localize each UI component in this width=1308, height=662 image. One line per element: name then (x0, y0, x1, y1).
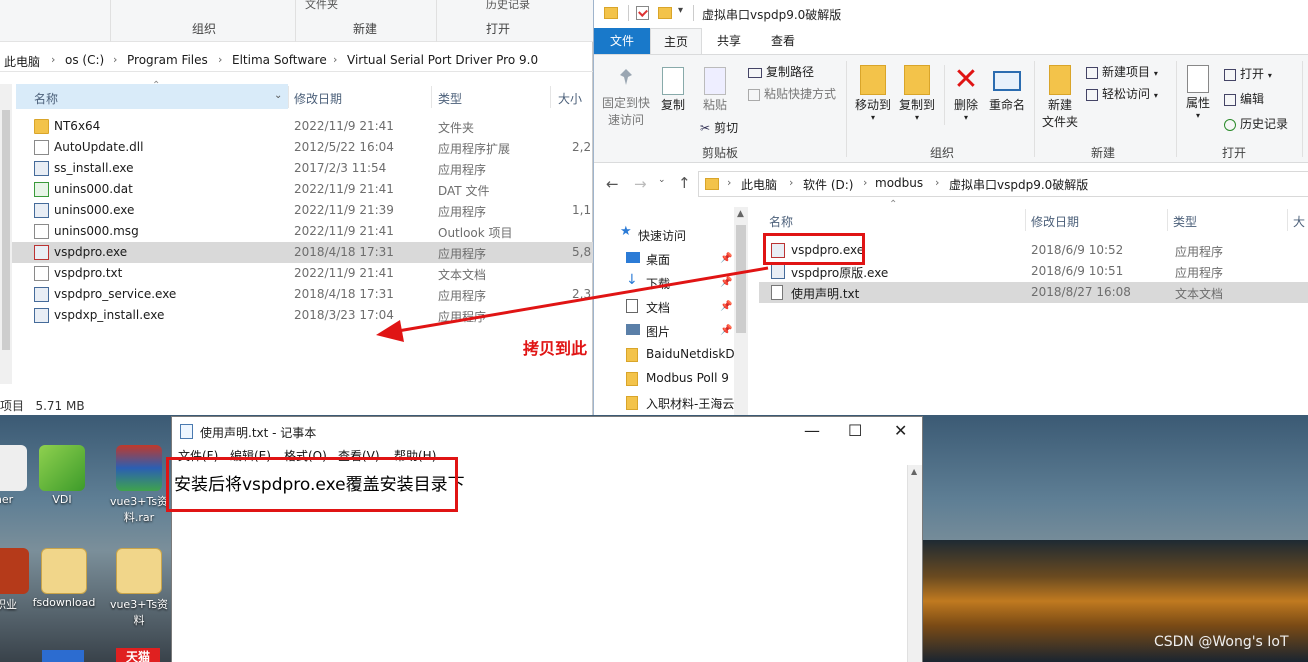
close-icon[interactable]: ✕ (894, 421, 907, 440)
notepad-titlebar: 使用声明.txt - 记事本 — ☐ ✕ (172, 417, 922, 445)
watermark: CSDN @Wong's IoT (1154, 634, 1289, 650)
minimize-icon[interactable]: — (804, 421, 820, 440)
notepad-scrollbar[interactable]: ▲ (907, 465, 922, 662)
scroll-up-icon[interactable]: ▲ (911, 467, 917, 476)
notepad-title: 使用声明.txt - 记事本 (200, 426, 317, 440)
annotation-label: 拷贝到此 (523, 339, 588, 358)
highlight-box (166, 457, 458, 512)
maximize-icon[interactable]: ☐ (848, 421, 862, 440)
notepad-icon (180, 424, 193, 439)
notepad-window: 使用声明.txt - 记事本 — ☐ ✕ 文件(F) 编辑(E) 格式(O) 查… (171, 416, 923, 662)
